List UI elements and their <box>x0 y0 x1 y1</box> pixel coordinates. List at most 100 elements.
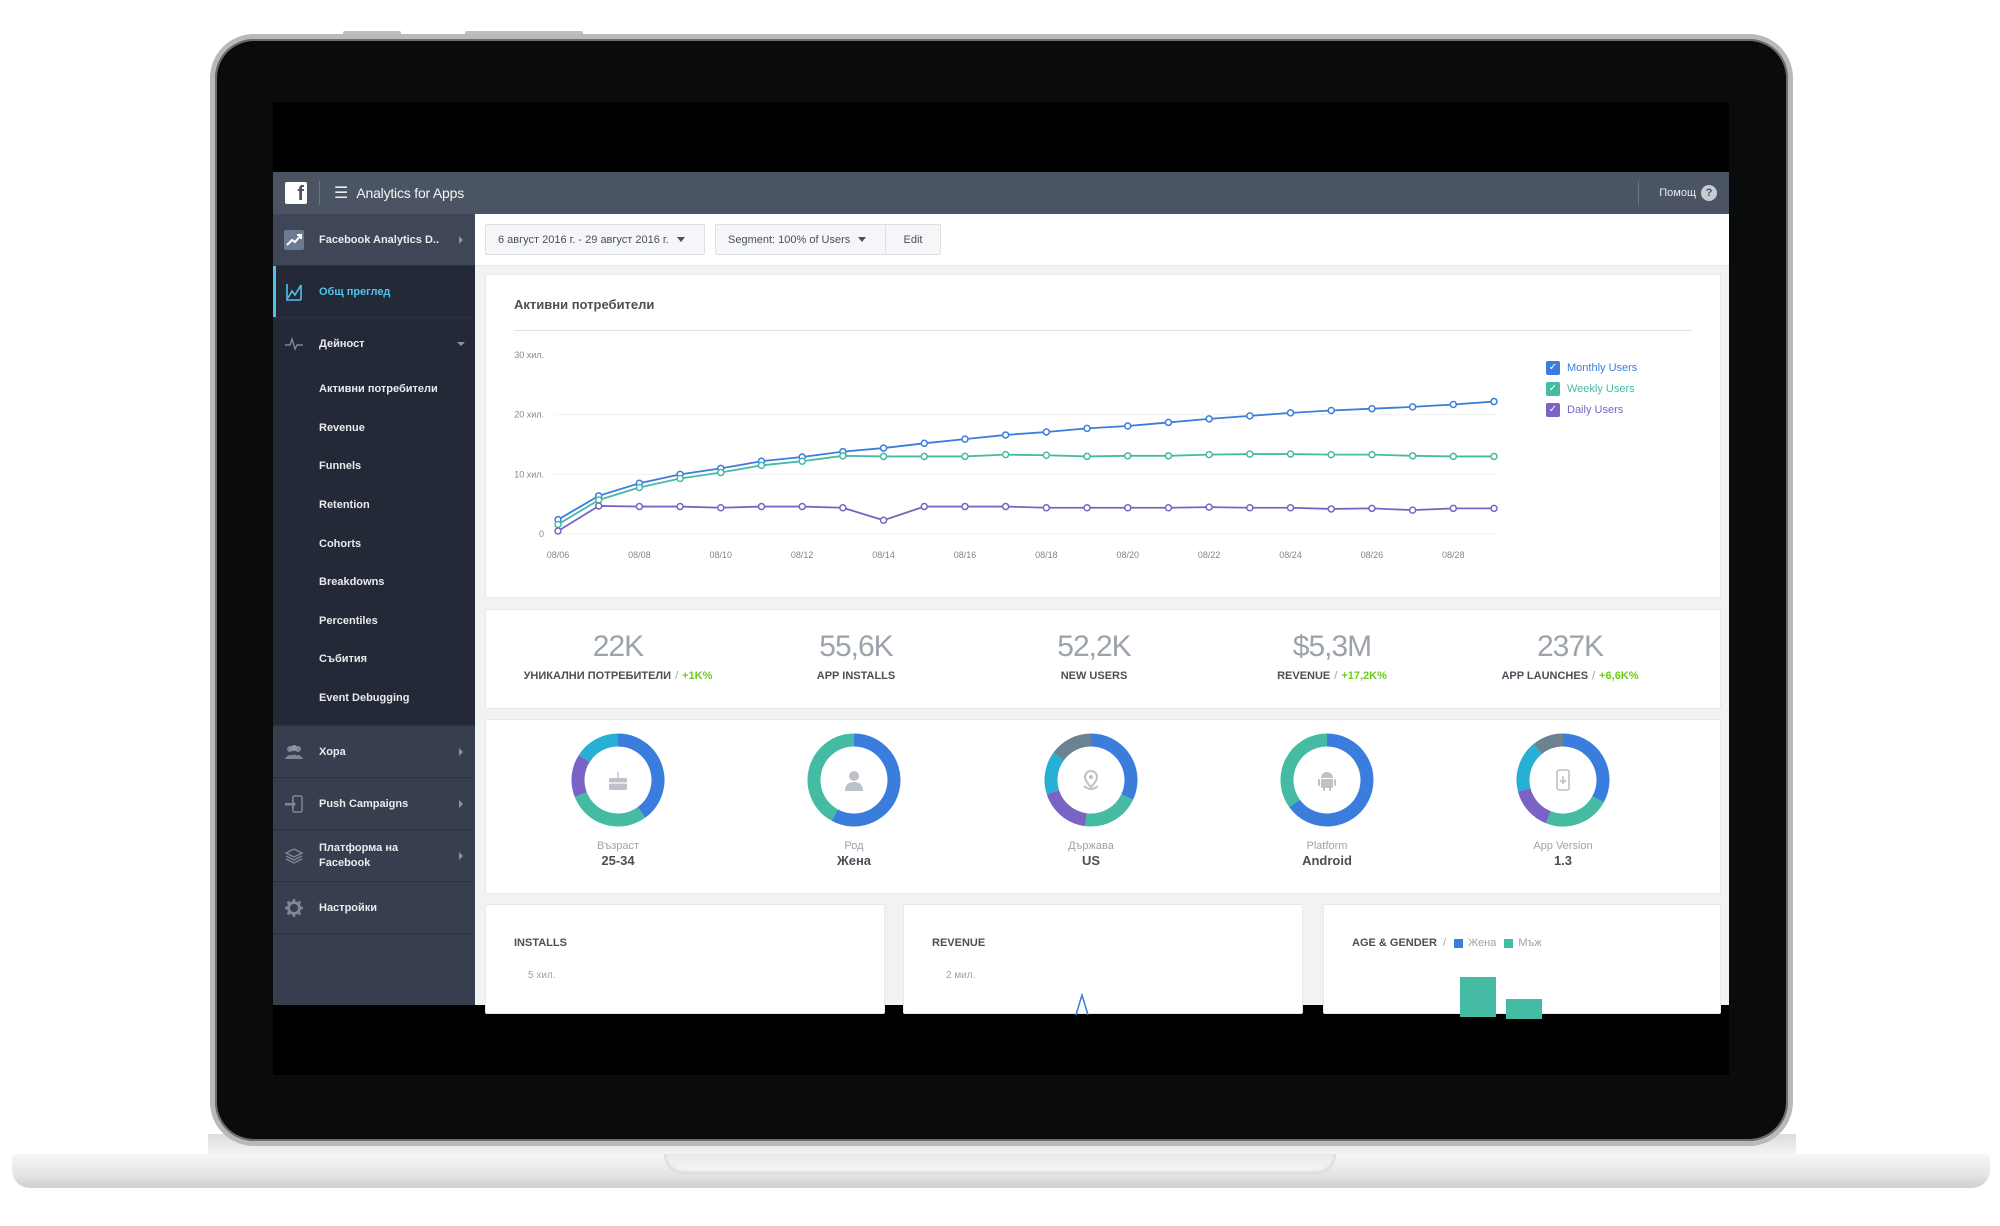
data-point <box>1001 431 1010 439</box>
sidebar-item-project[interactable]: Facebook Analytics D.. <box>273 214 475 266</box>
sidebar-item-label: Push Campaigns <box>319 797 409 810</box>
donut-platform[interactable]: Platform Android <box>1247 730 1407 868</box>
donut-value: US <box>1081 853 1101 868</box>
kpi-name: APP LAUNCHES <box>1501 670 1589 682</box>
data-point <box>1205 415 1213 423</box>
sidebar-item-settings[interactable]: Настройки <box>273 882 475 935</box>
sidebar-item-facebook-platform[interactable]: Платформа на Facebook <box>273 830 475 883</box>
kpi-app-installs[interactable]: 55,6K APP INSTALLS <box>736 630 976 682</box>
sidebar-subitem-active-users[interactable]: Активни потребители <box>273 370 475 409</box>
donut-slice[interactable] <box>1046 790 1088 827</box>
legend-swatch-male <box>1504 938 1514 948</box>
donut-slice[interactable] <box>578 733 619 763</box>
sidebar-subitem-cohorts[interactable]: Cohorts <box>273 524 475 563</box>
cake-icon <box>609 772 627 790</box>
donut-slice[interactable] <box>807 733 855 821</box>
sidebar-subitem-percentiles[interactable]: Percentiles <box>273 602 475 641</box>
data-point <box>920 439 929 448</box>
legend-weekly-users[interactable]: ✓ Weekly Users <box>1546 378 1637 399</box>
sidebar-item-label: Настройки <box>319 901 378 914</box>
checkbox-checked-icon[interactable]: ✓ <box>1546 381 1560 396</box>
kpi-summary-card: 22K УНИКАЛНИ ПОТРЕБИТЕЛИ / +1K% 55,6K APP … <box>485 609 1721 709</box>
kpi-unique-users[interactable]: 22K УНИКАЛНИ ПОТРЕБИТЕЛИ / +1K% <box>498 630 738 682</box>
data-point <box>1490 452 1498 461</box>
data-point <box>594 502 603 510</box>
card-title: Активни потребители <box>514 297 655 312</box>
segment-dropdown[interactable]: Segment: 100% of Users <box>715 224 886 255</box>
kpi-revenue[interactable]: $5,3M REVENUE / +17,2K% <box>1212 630 1452 682</box>
dashboard-chart-icon <box>286 283 302 301</box>
kpi-new-users[interactable]: 52,2K NEW USERS <box>974 630 1214 682</box>
sidebar-item-label: Дейност <box>319 338 365 350</box>
pulse-icon <box>285 336 303 351</box>
sidebar-group-activity: Дейност Активни потребители Revenue Funn… <box>273 318 475 727</box>
x-tick-label: 08/12 <box>791 550 814 560</box>
sidebar-subitem-retention[interactable]: Retention <box>273 486 475 525</box>
sidebar-subitem-events[interactable]: Събития <box>273 640 475 679</box>
legend-monthly-users[interactable]: ✓ Monthly Users <box>1546 357 1637 378</box>
x-tick-label: 08/20 <box>1116 550 1139 560</box>
donut-country[interactable]: Държава US <box>1011 730 1171 868</box>
sidebar-item-activity[interactable]: Дейност <box>273 318 475 370</box>
label-line: Платформа на <box>319 841 399 854</box>
mobile-app-icon <box>1556 769 1570 791</box>
donut-slice[interactable] <box>1545 795 1604 827</box>
age-donut-chart <box>571 733 665 827</box>
donut-slice[interactable] <box>1533 733 1564 755</box>
y-tick-label: 30 хил. <box>514 350 544 360</box>
donut-slice[interactable] <box>831 733 901 827</box>
data-point <box>1490 504 1498 513</box>
kpi-name: УНИКАЛНИ ПОТРЕБИТЕЛИ <box>523 670 672 682</box>
donut-slice[interactable] <box>1090 733 1138 800</box>
date-range-dropdown[interactable]: 6 август 2016 г. - 29 август 2016 г. <box>485 224 705 255</box>
donut-slice[interactable] <box>1053 733 1092 761</box>
donut-age[interactable]: Възраст 25-34 <box>538 730 698 868</box>
android-icon <box>1318 772 1336 791</box>
kpi-value: 22K <box>592 630 644 663</box>
sidebar-item-push-campaigns[interactable]: Push Campaigns <box>273 778 475 831</box>
donut-label: Държава <box>1068 840 1114 852</box>
legend-label-male: Мъж <box>1518 937 1542 949</box>
data-point <box>717 503 725 512</box>
help-icon[interactable]: ? <box>1701 185 1717 201</box>
sidebar-subitem-event-debugging[interactable]: Event Debugging <box>273 679 475 718</box>
donut-slice[interactable] <box>1562 733 1610 803</box>
sidebar-item-people[interactable]: Хора <box>273 726 475 779</box>
donut-slice[interactable] <box>1517 787 1551 824</box>
donut-slice[interactable] <box>574 792 646 827</box>
donut-slice[interactable] <box>1280 733 1328 808</box>
donut-gender[interactable]: Род Жена <box>774 730 934 868</box>
data-point <box>920 502 929 511</box>
data-point <box>1164 503 1173 512</box>
people-icon <box>285 744 303 759</box>
legend-daily-users[interactable]: ✓ Daily Users <box>1546 399 1637 420</box>
sidebar-subitem-revenue[interactable]: Revenue <box>273 409 475 448</box>
donut-app-version[interactable]: App Version 1.3 <box>1483 730 1643 868</box>
edit-segment-button[interactable]: Edit <box>885 224 941 255</box>
kpi-app-launches[interactable]: 237K APP LAUNCHES / +6,6K% <box>1450 630 1690 682</box>
series-line-weekly-users <box>557 453 1494 526</box>
donut-slice[interactable] <box>1044 752 1065 795</box>
checkbox-checked-icon[interactable]: ✓ <box>1546 360 1560 375</box>
checkbox-checked-icon[interactable]: ✓ <box>1546 402 1560 417</box>
donut-slice[interactable] <box>1516 744 1542 792</box>
kpi-name: NEW USERS <box>1060 670 1128 682</box>
data-point <box>676 502 684 511</box>
data-point <box>1123 503 1132 512</box>
donut-slice[interactable] <box>571 755 590 798</box>
sidebar-subitem-breakdowns[interactable]: Breakdowns <box>273 563 475 602</box>
date-range-label: 6 август 2016 г. - 29 август 2016 г. <box>498 233 669 246</box>
kpi-delta: +17,2K% <box>1341 670 1387 682</box>
sidebar-item-overview[interactable]: Общ преглед <box>273 266 475 318</box>
facebook-logo-icon[interactable]: f <box>285 182 307 205</box>
donut-slice[interactable] <box>617 733 665 818</box>
data-point <box>1368 450 1376 459</box>
separator: / <box>1334 670 1338 682</box>
hamburger-menu-icon[interactable]: ☰ <box>334 183 348 203</box>
donut-slice[interactable] <box>1085 793 1134 827</box>
help-link[interactable]: Помощ <box>1659 187 1696 199</box>
data-point <box>879 444 888 452</box>
kpi-delta: +1K% <box>682 670 713 682</box>
app-title: Analytics for Apps <box>356 185 465 201</box>
sidebar-subitem-funnels[interactable]: Funnels <box>273 447 475 486</box>
